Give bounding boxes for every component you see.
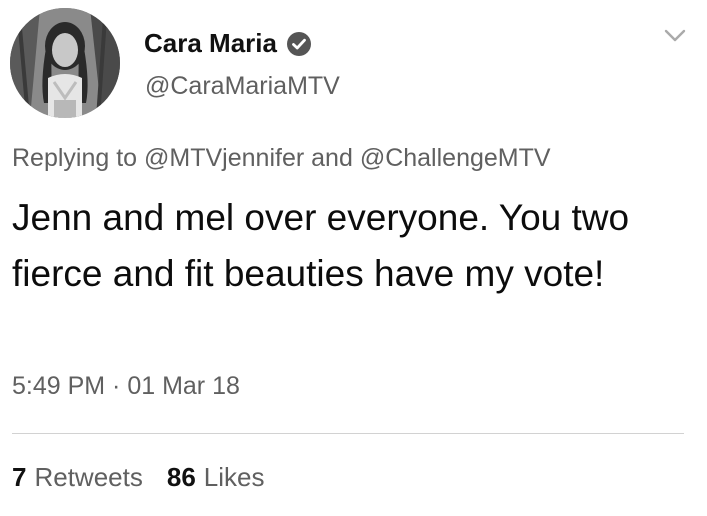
likes-stat[interactable]: 86 Likes [167, 462, 265, 493]
display-name-text: Cara Maria [144, 28, 277, 58]
replying-to-prefix: Replying to [12, 144, 138, 172]
timestamp[interactable]: 5:49 PM · 01 Mar 18 [12, 372, 240, 401]
replying-to: Replying to @MTVjennifer and @ChallengeM… [12, 144, 551, 173]
verified-badge-icon [286, 31, 311, 56]
replying-to-conjunction: and [311, 144, 353, 172]
likes-count: 86 [166, 462, 196, 492]
engagement-stats: 7 Retweets 86 Likes [12, 462, 264, 493]
tweet-text: Jenn and mel over everyone. You two fier… [12, 197, 630, 294]
display-name[interactable]: Cara Maria [144, 28, 312, 59]
divider [12, 433, 684, 434]
retweets-stat[interactable]: 7 Retweets [12, 462, 143, 493]
retweets-count: 7 [12, 462, 27, 492]
mention-link-mtvjennifer[interactable]: @MTVjennifer [144, 144, 304, 172]
chevron-down-icon[interactable] [662, 26, 688, 46]
retweets-label: Retweets [34, 462, 143, 492]
tweet-card: Cara Maria @CaraMariaMTV Replying to @MT… [0, 0, 707, 516]
mention-link-challengemtv[interactable]: @ChallengeMTV [360, 144, 551, 172]
avatar-image [10, 8, 120, 118]
avatar[interactable] [10, 8, 120, 118]
user-handle[interactable]: @CaraMariaMTV [145, 72, 340, 101]
likes-label: Likes [203, 462, 265, 492]
